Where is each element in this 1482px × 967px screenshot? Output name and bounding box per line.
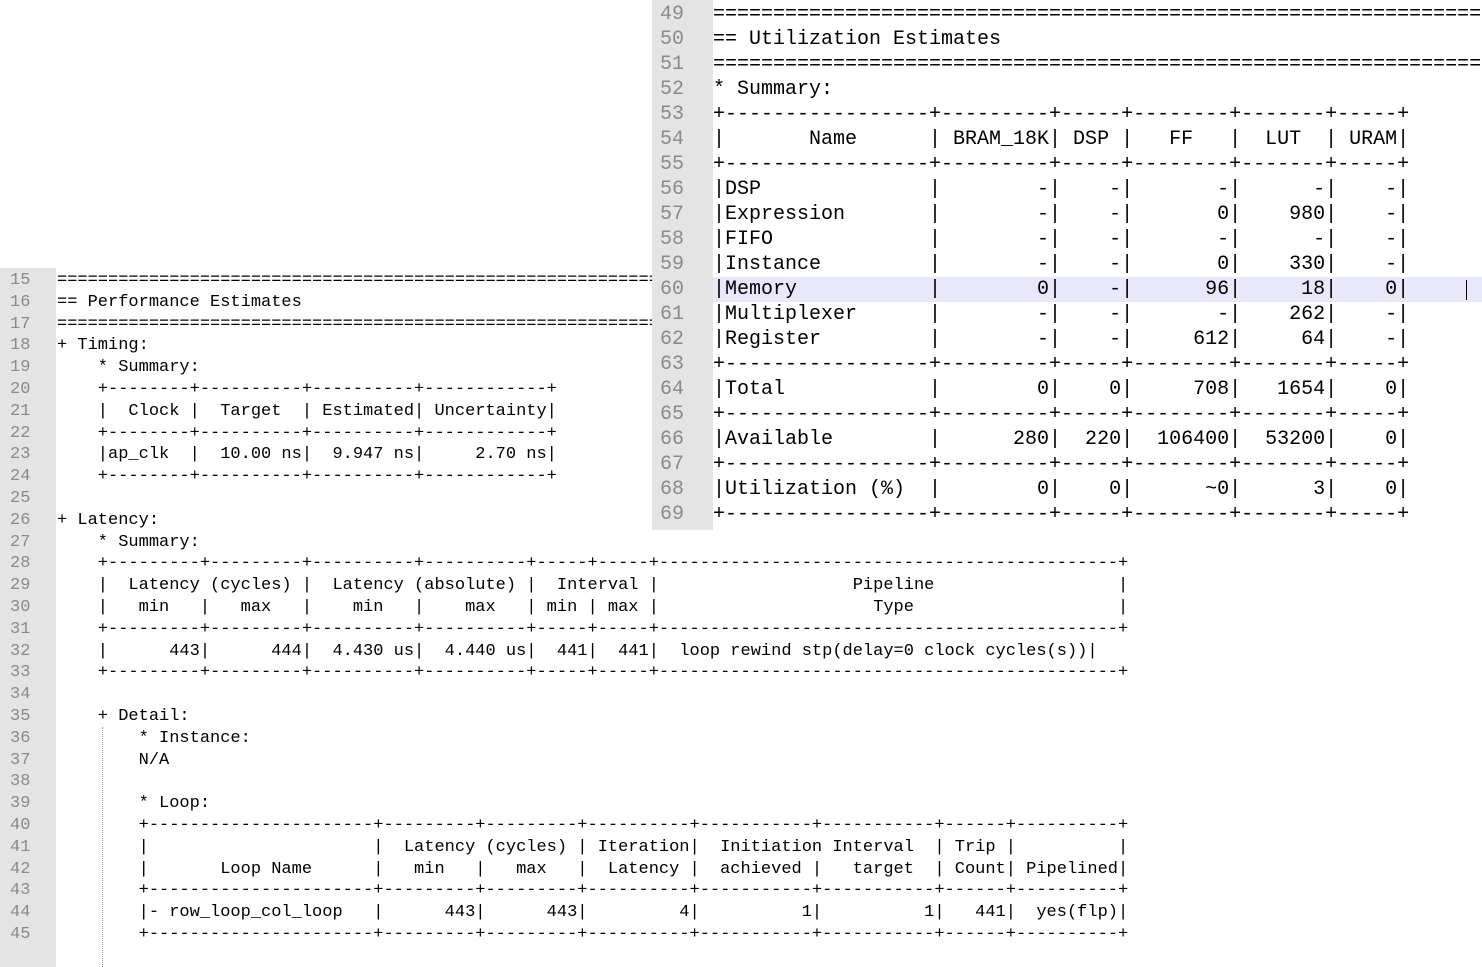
code-line[interactable]: == Utilization Estimates — [713, 27, 1001, 52]
line-number: 68 — [660, 478, 685, 501]
code-line[interactable]: * Loop: — [57, 793, 210, 815]
code-line[interactable]: N/A — [57, 750, 170, 772]
code-line[interactable]: +--------+----------+----------+--------… — [57, 423, 557, 445]
code-line[interactable]: ========================================… — [713, 2, 1481, 27]
code-line[interactable]: |Memory | 0| -| 96| 18| 0| — [713, 277, 1409, 302]
utilization-report-pane[interactable]: 49 ======================================… — [652, 0, 1482, 530]
code-line[interactable]: |Register | -| -| 612| 64| -| — [713, 327, 1409, 352]
line-number: 49 — [660, 3, 685, 26]
line-number: 34 — [10, 685, 31, 705]
code-line[interactable]: +---------+---------+----------+--------… — [57, 662, 1128, 684]
code-line[interactable]: | Clock | Target | Estimated| Uncertaint… — [57, 401, 557, 423]
code-line[interactable]: |- row_loop_col_loop | 443| 443| 4| 1| 1… — [57, 902, 1129, 924]
line-number: 53 — [660, 103, 685, 126]
code-line[interactable]: | Latency (cycles) | Latency (absolute) … — [57, 575, 1128, 597]
line-number: 57 — [660, 203, 685, 226]
line-number: 65 — [660, 403, 685, 426]
line-number: 61 — [660, 303, 685, 326]
code-line[interactable]: + Timing: — [57, 335, 149, 357]
line-number: 38 — [10, 772, 31, 792]
code-line[interactable]: | 443| 444| 4.430 us| 4.440 us| 441| 441… — [57, 641, 1098, 663]
code-line[interactable]: * Summary: — [57, 532, 200, 554]
code-line[interactable]: + Latency: — [57, 510, 159, 532]
line-number: 69 — [660, 503, 685, 526]
line-number: 52 — [660, 78, 685, 101]
code-line[interactable]: | Name | BRAM_18K| DSP | FF | LUT | URAM… — [713, 127, 1409, 152]
code-line[interactable]: |Available | 280| 220| 106400| 53200| 0| — [713, 427, 1409, 452]
line-number: 60 — [660, 278, 685, 301]
code-line[interactable]: | Loop Name | min | max | Latency | achi… — [57, 859, 1129, 881]
line-number: 67 — [660, 453, 685, 476]
code-line[interactable]: | | Latency (cycles) | Iteration| Initia… — [57, 837, 1129, 859]
code-line[interactable]: +-----------------+---------+-----+-----… — [713, 402, 1409, 427]
code-line[interactable]: +----------------------+---------+------… — [57, 880, 1129, 902]
line-number: 63 — [660, 353, 685, 376]
text-cursor — [1466, 280, 1467, 300]
line-number: 55 — [660, 153, 685, 176]
code-line[interactable]: * Instance: — [57, 728, 251, 750]
code-line[interactable]: +-----------------+---------+-----+-----… — [713, 152, 1409, 177]
code-line[interactable]: |Instance | -| -| 0| 330| -| — [713, 252, 1409, 277]
code-line[interactable]: |ap_clk | 10.00 ns| 9.947 ns| 2.70 ns| — [57, 444, 557, 466]
line-number: 62 — [660, 328, 685, 351]
code-line[interactable]: ========================================… — [57, 270, 710, 292]
code-line[interactable]: +---------+---------+----------+--------… — [57, 619, 1128, 641]
code-line[interactable]: | min | max | min | max | min | max | Ty… — [57, 597, 1128, 619]
code-line[interactable]: |DSP | -| -| -| -| -| — [713, 177, 1409, 202]
code-line[interactable]: + Detail: — [57, 706, 190, 728]
line-number: 56 — [660, 178, 685, 201]
line-number: 51 — [660, 53, 685, 76]
code-line[interactable]: |FIFO | -| -| -| -| -| — [713, 227, 1409, 252]
code-line[interactable]: |Utilization (%) | 0| 0| ~0| 3| 0| — [713, 477, 1409, 502]
code-line[interactable]: +--------+----------+----------+--------… — [57, 379, 557, 401]
code-line[interactable]: |Expression | -| -| 0| 980| -| — [713, 202, 1409, 227]
code-line[interactable]: +-----------------+---------+-----+-----… — [713, 452, 1409, 477]
line-number: 50 — [660, 28, 685, 51]
line-number: 54 — [660, 128, 685, 151]
code-line[interactable]: |Total | 0| 0| 708| 1654| 0| — [713, 377, 1409, 402]
code-line[interactable]: +---------+---------+----------+--------… — [57, 553, 1128, 575]
code-line[interactable]: +-----------------+---------+-----+-----… — [713, 102, 1409, 127]
code-line[interactable]: +-----------------+---------+-----+-----… — [713, 352, 1409, 377]
line-number: 25 — [10, 489, 31, 508]
line-number: 64 — [660, 378, 685, 401]
code-line[interactable]: * Summary: — [57, 357, 200, 379]
code-line[interactable]: +----------------------+---------+------… — [57, 924, 1129, 946]
code-line[interactable]: ========================================… — [57, 314, 710, 336]
line-number: 59 — [660, 253, 685, 276]
code-line[interactable]: +-----------------+---------+-----+-----… — [713, 502, 1409, 527]
code-line[interactable]: ========================================… — [713, 52, 1481, 77]
line-number: 66 — [660, 428, 685, 451]
line-number: 58 — [660, 228, 685, 251]
code-line[interactable]: |Multiplexer | -| -| -| 262| -| — [713, 302, 1409, 327]
code-line[interactable]: == Performance Estimates — [57, 292, 302, 314]
code-line[interactable]: +--------+----------+----------+--------… — [57, 466, 557, 488]
code-line[interactable]: * Summary: — [713, 77, 833, 102]
code-line[interactable]: +----------------------+---------+------… — [57, 815, 1129, 837]
